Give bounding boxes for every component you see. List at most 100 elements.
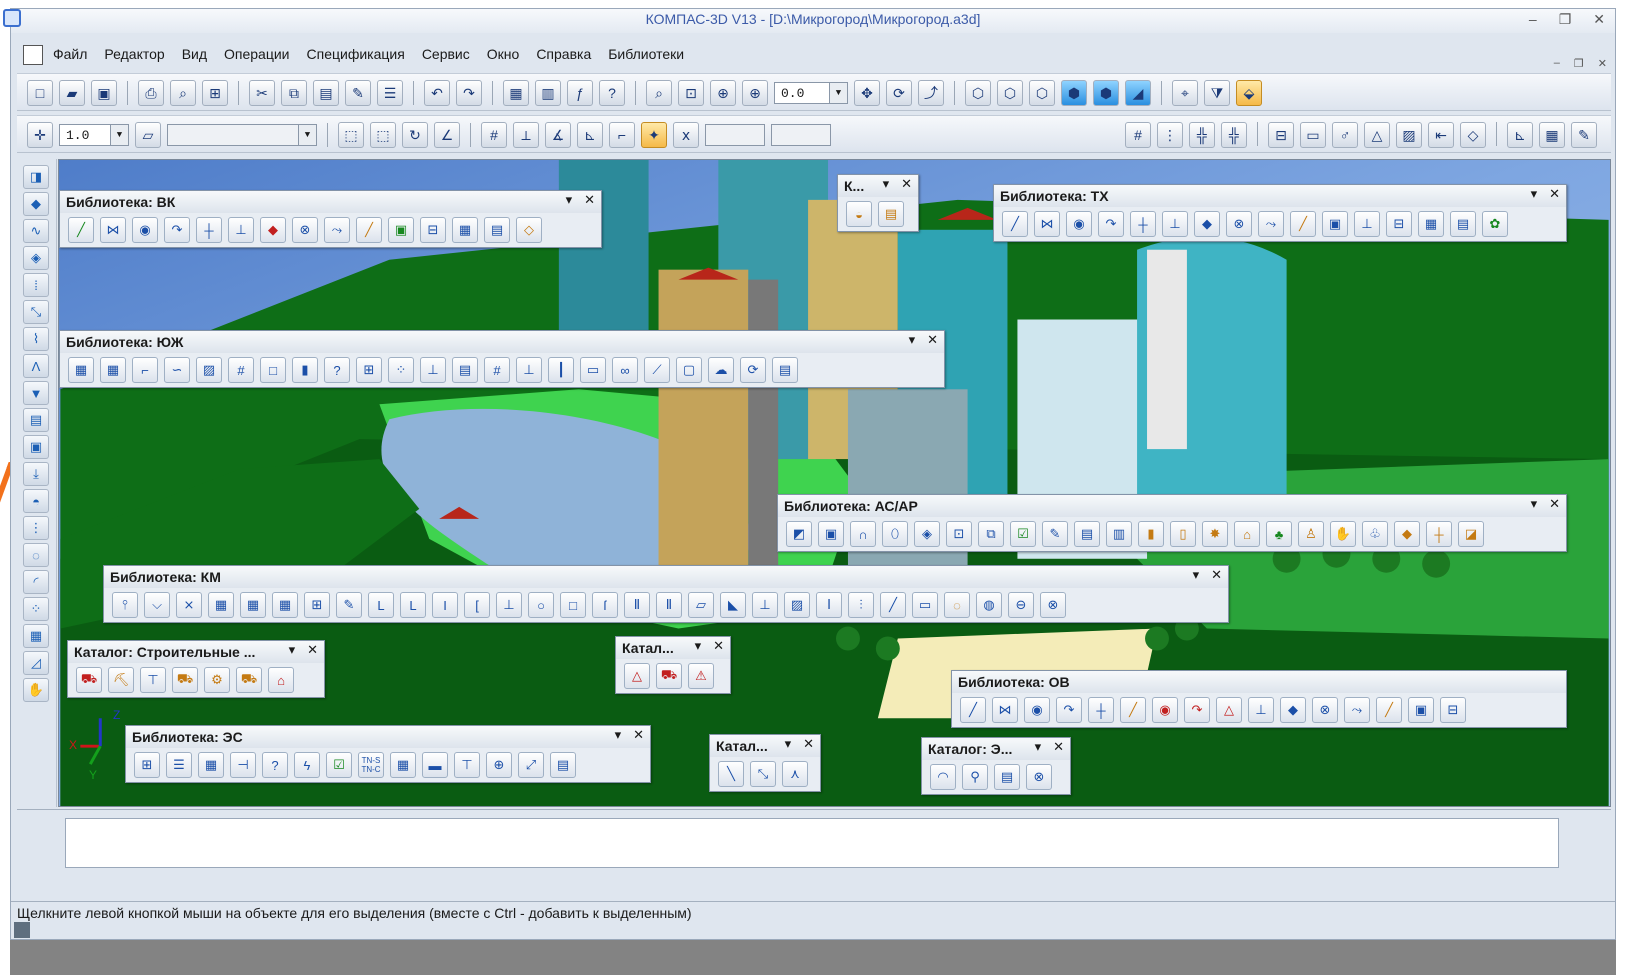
fixture-icon[interactable]: ⚲ xyxy=(962,764,988,790)
menu-service[interactable]: Сервис xyxy=(422,46,470,62)
split-icon[interactable]: ⊞ xyxy=(356,357,382,383)
dots-icon[interactable]: ⋮ xyxy=(23,516,49,540)
sketch-plane-icon[interactable]: ⬚ xyxy=(370,122,396,148)
close-icon[interactable]: ✕ xyxy=(307,642,318,658)
duct-bend-icon[interactable]: ↷ xyxy=(1184,697,1210,723)
bend-icon[interactable]: ↷ xyxy=(164,217,190,243)
sprinkler-icon[interactable]: ╱ xyxy=(1290,211,1316,237)
library-as-ar-title-bar[interactable]: Библиотека: АС/АР ▾ ✕ xyxy=(778,495,1566,517)
menu-operations[interactable]: Операции xyxy=(224,46,290,62)
settings-icon[interactable]: ✿ xyxy=(1482,211,1508,237)
chevron-down-icon[interactable]: ▾ xyxy=(289,642,296,658)
column-icon[interactable]: ⬯ xyxy=(882,521,908,547)
close-icon[interactable]: ✕ xyxy=(1211,567,1222,583)
redo-icon[interactable]: ↷ xyxy=(456,80,482,106)
spec-icon[interactable]: ⤓ xyxy=(23,462,49,486)
square-frame-icon[interactable]: □ xyxy=(260,357,286,383)
catalog-tools-title-bar[interactable]: Катал... ▾ ✕ xyxy=(710,735,820,757)
library-manager-icon[interactable]: ▥ xyxy=(535,80,561,106)
table2-icon[interactable]: ▦ xyxy=(100,357,126,383)
window-icon[interactable]: ▣ xyxy=(23,435,49,459)
tag-icon[interactable]: ◆ xyxy=(1394,521,1420,547)
duct-icon[interactable]: ╱ xyxy=(1120,697,1146,723)
table-icon[interactable]: ▦ xyxy=(390,752,416,778)
disc-icon[interactable]: ⊖ xyxy=(1008,592,1034,618)
report-icon[interactable]: ▤ xyxy=(550,752,576,778)
wiring-icon[interactable]: ⊣ xyxy=(230,752,256,778)
local-cs-icon[interactable]: ⟂ xyxy=(513,122,539,148)
cut-icon[interactable]: ✂ xyxy=(249,80,275,106)
close-icon[interactable]: ✕ xyxy=(1549,186,1560,202)
library-tx-panel[interactable]: Библиотека: ТХ ▾ ✕ ╱ ⋈ ◉ ↷ ┼ ⊥ ◆ ⊗ ⤳ ╱ ▣ … xyxy=(993,184,1567,242)
open-icon[interactable]: ▰ xyxy=(59,80,85,106)
line-icon[interactable]: ⌐ xyxy=(132,357,158,383)
array-icon[interactable]: ⁞ xyxy=(23,273,49,297)
pump-icon[interactable]: ◉ xyxy=(132,217,158,243)
chevron-down-icon[interactable]: ▾ xyxy=(1531,186,1538,202)
orientation-icon[interactable]: ⤴ xyxy=(918,80,944,106)
add-device-icon[interactable]: ⊞ xyxy=(134,752,160,778)
rotate-part-icon[interactable]: ⟳ xyxy=(740,357,766,383)
library-yuzh-title-bar[interactable]: Библиотека: ЮЖ ▾ ✕ xyxy=(60,331,944,353)
close-icon[interactable]: ✕ xyxy=(713,638,724,654)
rotate-icon[interactable]: ⟳ xyxy=(886,80,912,106)
bolt-icon[interactable]: ⫶ xyxy=(848,592,874,618)
rod-icon[interactable]: ╱ xyxy=(880,592,906,618)
curve-icon[interactable]: ∿ xyxy=(23,219,49,243)
zoom-scale-icon[interactable]: ⊕ xyxy=(710,80,736,106)
layer-icon[interactable]: ▱ xyxy=(135,122,161,148)
tee-icon[interactable]: ┼ xyxy=(1130,211,1156,237)
fitting-icon[interactable]: ◆ xyxy=(1280,697,1306,723)
panel-icon[interactable]: ▦ xyxy=(198,752,224,778)
grid-icon[interactable]: ⁘ xyxy=(388,357,414,383)
library-vk-panel[interactable]: Библиотека: ВК ▾ ✕ ╱ ⋈ ◉ ↷ ┼ ⊥ ◆ ⊗ ⤳ ╱ ▣ … xyxy=(59,190,602,248)
table2-icon[interactable]: ▦ xyxy=(240,592,266,618)
support-icon[interactable]: ⊥ xyxy=(1354,211,1380,237)
document-icon[interactable]: ▤ xyxy=(1074,521,1100,547)
menu-window[interactable]: Окно xyxy=(487,46,520,62)
cabinet-icon[interactable]: ☰ xyxy=(166,752,192,778)
library-tx-title-bar[interactable]: Библиотека: ТХ ▾ ✕ xyxy=(994,185,1566,207)
table3-icon[interactable]: ▦ xyxy=(272,592,298,618)
lamp-icon[interactable]: ✸ xyxy=(1202,521,1228,547)
step-combo[interactable]: 1.0 ▼ xyxy=(59,124,129,146)
cross-circle-icon[interactable]: ⊗ xyxy=(1026,764,1052,790)
hidden-lines-icon[interactable]: ⬡ xyxy=(997,80,1023,106)
close-icon[interactable]: ✕ xyxy=(927,332,938,348)
doc-close-button[interactable]: ✕ xyxy=(1598,57,1607,70)
menu-help[interactable]: Справка xyxy=(536,46,591,62)
preview-icon[interactable]: ⌕ xyxy=(170,80,196,106)
truss-node-icon[interactable]: ⊥ xyxy=(752,592,778,618)
mesh-icon[interactable]: # xyxy=(484,357,510,383)
bulldozer-icon[interactable]: ⌂ xyxy=(268,667,294,693)
purlin-icon[interactable]: ▨ xyxy=(784,592,810,618)
report-icon[interactable]: ▤ xyxy=(772,357,798,383)
fire-truck-icon[interactable]: ⛟ xyxy=(656,663,682,689)
catalog-construction-panel[interactable]: Каталог: Строительные ... ▾ ✕ ⛟ ⛏ ⊤ ⛟ ⚙ ⛟… xyxy=(67,640,325,698)
close-button[interactable]: ✕ xyxy=(1593,11,1605,28)
hood-icon[interactable]: △ xyxy=(1216,697,1242,723)
valve-icon[interactable]: ⋈ xyxy=(1034,211,1060,237)
catalog-tools-panel[interactable]: Катал... ▾ ✕ ╲ ⤡ ⋏ xyxy=(709,734,821,792)
equipment-icon[interactable]: ⊟ xyxy=(1386,211,1412,237)
edit-icon[interactable]: ✎ xyxy=(1571,122,1597,148)
rotate-plane-icon[interactable]: ↻ xyxy=(402,122,428,148)
chevron-down-icon[interactable]: ▾ xyxy=(909,332,916,348)
door-handle-icon[interactable]: ▯ xyxy=(1170,521,1196,547)
switch-icon[interactable]: ⤢ xyxy=(518,752,544,778)
frame-table-icon[interactable]: ▤ xyxy=(452,357,478,383)
pattern-icon[interactable]: ⁘ xyxy=(23,597,49,621)
snap-toggle-icon[interactable]: ✦ xyxy=(641,122,667,148)
cloud-icon[interactable]: ☁ xyxy=(708,357,734,383)
crane-icon[interactable]: ⊤ xyxy=(140,667,166,693)
junction-icon[interactable]: ⊕ xyxy=(486,752,512,778)
insert-icon[interactable]: ⊞ xyxy=(202,80,228,106)
gusset-icon[interactable]: ◣ xyxy=(720,592,746,618)
funnel-icon[interactable]: ▼ xyxy=(23,381,49,405)
datum-icon[interactable]: ♂ xyxy=(1332,122,1358,148)
axis-icon[interactable]: ╬ xyxy=(1189,122,1215,148)
chevron-down-icon[interactable]: ▾ xyxy=(695,638,702,654)
fitting-icon[interactable]: ◆ xyxy=(1194,211,1220,237)
3d-icon[interactable]: ▣ xyxy=(1322,211,1348,237)
snap-angle-icon[interactable]: ∡ xyxy=(545,122,571,148)
